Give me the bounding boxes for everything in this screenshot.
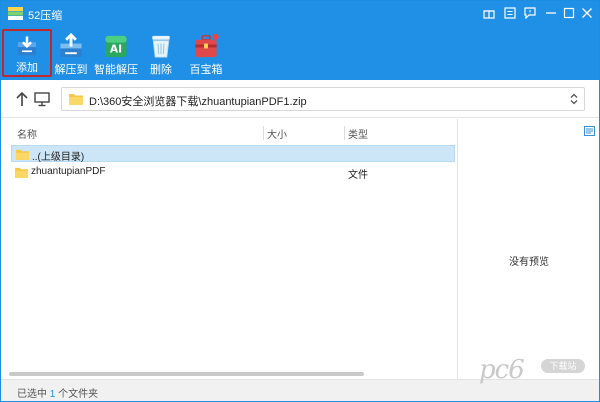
toolbar: 添加 解压到 AI 智能解压 删除 百宝箱 — [1, 27, 599, 80]
header-area: 52压缩 添加 解压到 AI 智能解压 删除 百宝箱 — [1, 1, 599, 80]
preview-pane: 没有预览 — [457, 119, 599, 379]
status-count: 1 — [49, 389, 56, 400]
path-combobox[interactable]: D:\360安全浏览器下载\zhuantupianPDF1.zip — [61, 87, 585, 111]
app-window: 52压缩 添加 解压到 AI 智能解压 删除 百宝箱 D:\360安全浏览器下载… — [0, 0, 600, 402]
table-row-folder[interactable]: zhuantupianPDF 文件 — [11, 164, 455, 181]
delete-label: 删除 — [150, 64, 172, 76]
row-name: ..(上级目录) — [32, 152, 85, 163]
status-suffix: 个文件夹 — [58, 389, 99, 400]
gift-icon[interactable] — [479, 4, 499, 22]
watermark-badge: 下载站 — [541, 359, 585, 373]
watermark-brand: pc6 — [479, 355, 525, 385]
smart-extract-button[interactable]: AI 智能解压 — [91, 29, 141, 77]
dropdown-arrows-icon[interactable] — [570, 93, 578, 105]
toolbox-label: 百宝箱 — [189, 64, 223, 76]
status-text: 已选中 1 个文件夹 — [17, 385, 98, 400]
extract-to-label: 解压到 — [54, 64, 88, 76]
extract-to-icon — [60, 32, 82, 58]
horizontal-scrollbar[interactable] — [9, 372, 364, 376]
column-size[interactable]: 大小 — [267, 126, 287, 141]
column-type[interactable]: 类型 — [348, 126, 368, 141]
path-text: D:\360安全浏览器下载\zhuantupianPDF1.zip — [89, 96, 307, 108]
title-bar[interactable]: 52压缩 — [1, 1, 599, 27]
row-name: zhuantupianPDF — [31, 166, 106, 177]
folder-icon — [16, 149, 29, 160]
folder-icon — [15, 167, 28, 178]
feedback-icon[interactable] — [520, 4, 540, 22]
no-preview-text: 没有预览 — [509, 257, 549, 268]
file-list[interactable]: 名称 大小 类型 ..(上级目录) zhuantupianPDF 文件 — [1, 119, 457, 379]
toolbox-icon — [195, 33, 219, 58]
preview-toggle-icon[interactable] — [584, 126, 595, 136]
extract-to-button[interactable]: 解压到 — [46, 29, 96, 77]
up-arrow-icon[interactable] — [15, 91, 29, 107]
folder-icon — [69, 94, 83, 105]
add-button[interactable]: 添加 — [2, 29, 52, 77]
column-name[interactable]: 名称 — [17, 126, 37, 141]
delete-icon — [152, 35, 170, 58]
smart-extract-icon: AI — [105, 35, 127, 58]
smart-extract-label: 智能解压 — [94, 64, 138, 76]
computer-icon[interactable] — [34, 91, 50, 107]
menu-icon[interactable] — [500, 4, 520, 22]
address-row: D:\360安全浏览器下载\zhuantupianPDF1.zip — [1, 80, 599, 118]
add-archive-icon — [17, 36, 37, 56]
table-row-parent-dir[interactable]: ..(上级目录) — [11, 145, 455, 163]
column-separator[interactable] — [344, 126, 345, 140]
app-logo-icon — [8, 7, 23, 20]
column-header: 名称 大小 类型 — [1, 124, 457, 142]
row-type: 文件 — [348, 170, 368, 181]
svg-text:AI: AI — [110, 43, 122, 55]
minimize-icon[interactable] — [541, 4, 561, 22]
close-icon[interactable] — [577, 4, 597, 22]
add-label: 添加 — [16, 62, 38, 74]
column-separator[interactable] — [263, 126, 264, 140]
status-prefix: 已选中 — [17, 389, 47, 400]
watermark-logo: pc6 下载站 — [477, 353, 587, 391]
app-title: 52压缩 — [28, 10, 63, 22]
maximize-icon[interactable] — [559, 4, 579, 22]
toolbox-button[interactable]: 百宝箱 — [181, 29, 231, 77]
delete-button[interactable]: 删除 — [136, 29, 186, 77]
